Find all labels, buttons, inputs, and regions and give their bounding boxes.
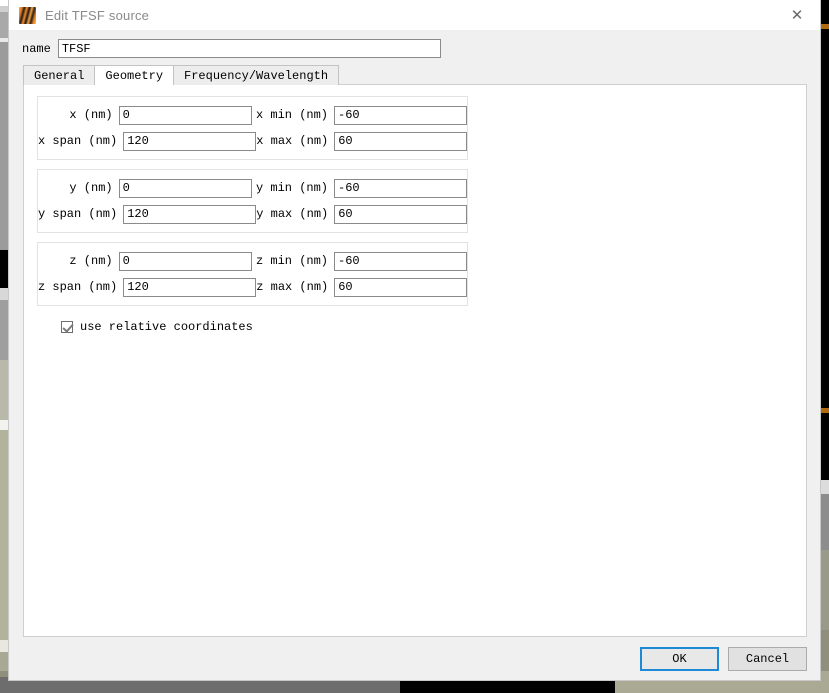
- dialog-titlebar: Edit TFSF source ✕: [9, 0, 820, 30]
- y-span-label: y span (nm): [38, 207, 118, 221]
- x-span-label: x span (nm): [38, 134, 118, 148]
- z-span-input[interactable]: [123, 277, 257, 297]
- x-position-row: x (nm) x min (nm): [38, 105, 467, 125]
- tab-general[interactable]: General: [23, 65, 96, 85]
- name-input[interactable]: [57, 39, 441, 58]
- close-icon[interactable]: ✕: [782, 4, 812, 26]
- y-axis-group: y (nm) y min (nm) y span (nm) y max (nm): [37, 169, 468, 233]
- y-span-input[interactable]: [123, 204, 257, 224]
- x-min-label: x min (nm): [255, 108, 328, 122]
- y-min-label: y min (nm): [255, 181, 328, 195]
- x-max-input[interactable]: [334, 131, 468, 151]
- y-span-row: y span (nm) y max (nm): [38, 204, 468, 224]
- use-relative-coordinates-row[interactable]: use relative coordinates: [61, 320, 806, 334]
- z-axis-group: z (nm) z min (nm) z span (nm) z max (nm): [37, 242, 468, 306]
- y-position-row: y (nm) y min (nm): [38, 178, 467, 198]
- x-span-row: x span (nm) x max (nm): [38, 131, 468, 151]
- tab-frequency-wavelength[interactable]: Frequency/Wavelength: [173, 65, 340, 85]
- z-span-row: z span (nm) z max (nm): [38, 277, 468, 297]
- x-min-input[interactable]: [334, 105, 467, 125]
- tab-geometry[interactable]: Geometry: [94, 65, 175, 85]
- x-span-input[interactable]: [123, 131, 257, 151]
- dialog-footer: OK Cancel: [9, 638, 820, 680]
- z-label: z (nm): [69, 254, 113, 268]
- dialog-title: Edit TFSF source: [45, 7, 150, 23]
- edit-tfsf-source-dialog: Edit TFSF source ✕ name General Geometry…: [8, 0, 821, 681]
- y-max-input[interactable]: [334, 204, 468, 224]
- name-field-row: name: [9, 30, 820, 65]
- z-min-label: z min (nm): [255, 254, 328, 268]
- use-relative-coordinates-label: use relative coordinates: [80, 320, 253, 334]
- cancel-button[interactable]: Cancel: [728, 647, 807, 671]
- x-max-label: x max (nm): [256, 134, 329, 148]
- geometry-tab-panel: x (nm) x min (nm) x span (nm) x max (nm)…: [23, 84, 807, 637]
- use-relative-coordinates-checkbox[interactable]: [61, 321, 73, 333]
- tab-strip: General Geometry Frequency/Wavelength: [9, 65, 820, 85]
- z-position-row: z (nm) z min (nm): [38, 251, 467, 271]
- y-label: y (nm): [69, 181, 113, 195]
- z-max-label: z max (nm): [256, 280, 329, 294]
- x-input[interactable]: [118, 105, 252, 125]
- y-input[interactable]: [118, 178, 252, 198]
- lumerical-app-icon: [19, 6, 36, 24]
- z-span-label: z span (nm): [38, 280, 118, 294]
- name-label: name: [22, 41, 51, 56]
- x-label: x (nm): [69, 108, 113, 122]
- z-input[interactable]: [118, 251, 252, 271]
- ok-button[interactable]: OK: [640, 647, 719, 671]
- y-max-label: y max (nm): [256, 207, 329, 221]
- z-max-input[interactable]: [334, 277, 468, 297]
- x-axis-group: x (nm) x min (nm) x span (nm) x max (nm): [37, 96, 468, 160]
- z-min-input[interactable]: [334, 251, 467, 271]
- y-min-input[interactable]: [334, 178, 467, 198]
